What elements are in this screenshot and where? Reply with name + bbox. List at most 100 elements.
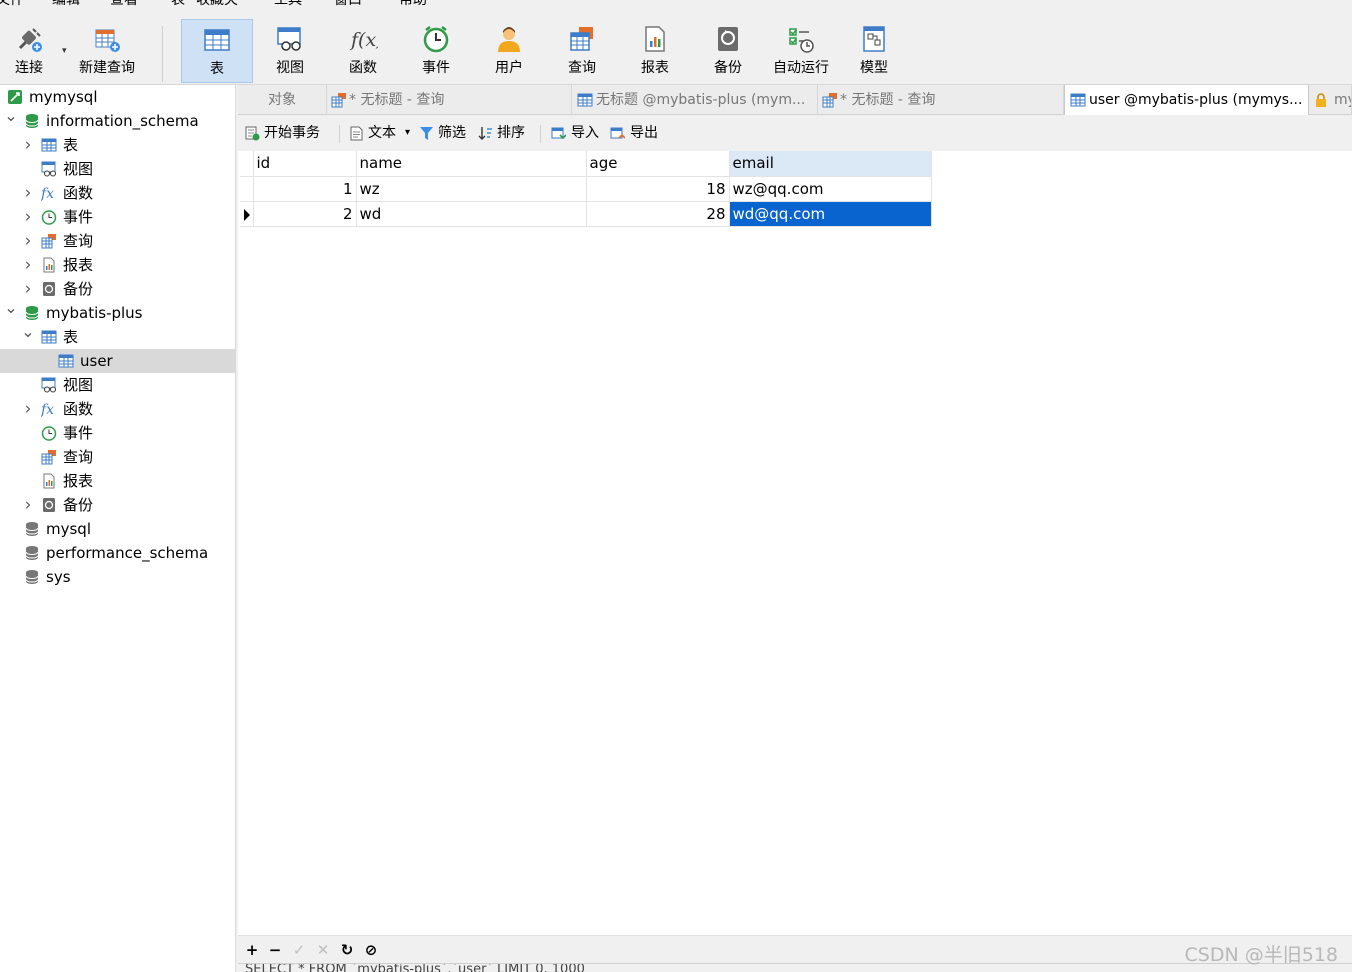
chevron-right-icon[interactable]: › (21, 205, 35, 229)
menu-table[interactable]: 表 (171, 0, 185, 10)
tree-item-label: 事件 (63, 424, 94, 442)
filter-button[interactable]: 筛选 (419, 115, 471, 151)
apply-changes-button[interactable]: ✓ (289, 940, 309, 960)
tree-item[interactable]: 报表 (0, 469, 235, 493)
tree-item-mysql[interactable]: mysql (0, 517, 235, 541)
chevron-down-icon[interactable]: ⌄ (21, 320, 35, 344)
menu-tools[interactable]: 工具 (274, 0, 302, 10)
report-icon (43, 257, 55, 273)
chevron-right-icon[interactable]: › (21, 133, 35, 157)
menu-window[interactable]: 窗口 (334, 0, 362, 10)
tree-item[interactable]: › fx 函数 (0, 397, 235, 421)
menu-favorites[interactable]: 收藏夹 (196, 0, 238, 10)
row-indicator[interactable] (240, 176, 254, 202)
toolbar-model-button[interactable]: 模型 (838, 19, 910, 83)
chevron-right-icon[interactable]: › (21, 181, 35, 205)
menu-edit[interactable]: 编辑 (52, 0, 80, 10)
toolbar-label: 函数 (349, 60, 377, 76)
cell-age[interactable]: 28 (586, 201, 730, 227)
cell-email[interactable]: wz@qq.com (729, 176, 932, 202)
tree-item-user[interactable]: user (0, 349, 235, 373)
cell-email-selected[interactable]: wd@qq.com (729, 201, 932, 227)
column-header-email[interactable]: email (729, 151, 932, 177)
tree-item[interactable]: › 查询 (0, 229, 235, 253)
tree-item[interactable]: ⌄ 表 (0, 322, 235, 349)
tree-item[interactable]: 查询 (0, 445, 235, 469)
chevron-right-icon[interactable]: › (21, 253, 35, 277)
tab-untitled-table[interactable]: 无标题 @mybatis-plus (mym... (572, 85, 818, 115)
event-icon (41, 426, 57, 441)
function-icon: fx (41, 186, 54, 201)
chevron-down-icon[interactable]: ⌄ (4, 104, 18, 128)
text-view-button[interactable]: 文本 ▾ (349, 115, 415, 151)
tree-item[interactable]: 事件 (0, 421, 235, 445)
database-icon (25, 570, 39, 584)
stop-button[interactable]: ⊘ (361, 940, 381, 960)
begin-transaction-button[interactable]: 开始事务 (245, 115, 331, 151)
column-header-age[interactable]: age (586, 151, 730, 177)
tree-item[interactable]: 视图 (0, 373, 235, 397)
tree-item-information_schema[interactable]: ⌄ information_schema (0, 106, 235, 133)
menu-view[interactable]: 查看 (110, 0, 138, 10)
menu-file[interactable]: 文件 (0, 0, 24, 10)
tab-locked[interactable]: my (1309, 85, 1352, 115)
cell-id[interactable]: 2 (253, 201, 357, 227)
table-row[interactable]: 1 wz 18 wz@qq.com (240, 176, 932, 202)
tab-user-table[interactable]: user @mybatis-plus (mymys... (1064, 85, 1309, 116)
row-indicator[interactable] (240, 201, 254, 227)
cell-name[interactable]: wz (356, 176, 587, 202)
toolbar-new-query-button[interactable]: 新建查询 (71, 19, 143, 83)
toolbar-connect-button[interactable]: 连接 (0, 19, 65, 83)
toolbar-automation-button[interactable]: 自动运行 (765, 19, 837, 83)
menu-help[interactable]: 帮助 (399, 0, 427, 10)
tree-item[interactable]: 视图 (0, 157, 235, 181)
table-row[interactable]: 2 wd 28 wd@qq.com (240, 201, 932, 227)
tree-item[interactable]: › 表 (0, 133, 235, 157)
add-record-button[interactable]: + (242, 940, 262, 960)
text-view-dropdown-caret[interactable]: ▾ (405, 115, 410, 151)
sort-button[interactable]: 排序 (478, 115, 530, 151)
chevron-down-icon[interactable]: ⌄ (4, 296, 18, 320)
tree-item[interactable]: › 报表 (0, 253, 235, 277)
tree-item-mymysql[interactable]: mymysql (0, 85, 235, 109)
data-grid: id name age email 1 wz 18 wz@qq.com 2 wd… (240, 151, 932, 227)
chevron-right-icon[interactable]: › (21, 277, 35, 301)
import-button[interactable]: 导入 (551, 115, 603, 151)
tab-untitled-query-2[interactable]: * 无标题 - 查询 (818, 85, 1064, 115)
tree-item[interactable]: › fx 函数 (0, 181, 235, 205)
toolbar-query-button[interactable]: 查询 (546, 19, 618, 83)
row-indicator-header (240, 151, 254, 177)
toolbar-label: 备份 (714, 60, 742, 76)
toolbar-view-button[interactable]: 视图 (254, 19, 326, 83)
tab-untitled-query-1[interactable]: * 无标题 - 查询 (327, 85, 572, 115)
tab-label: * 无标题 - 查询 (840, 92, 936, 108)
tree-item[interactable]: › 备份 (0, 277, 235, 301)
cell-age[interactable]: 18 (586, 176, 730, 202)
tree-item-mybatis-plus[interactable]: ⌄ mybatis-plus (0, 298, 235, 325)
chevron-right-icon[interactable]: › (21, 397, 35, 421)
toolbar-user-button[interactable]: 用户 (473, 19, 545, 83)
tree-item[interactable]: › 事件 (0, 205, 235, 229)
export-button[interactable]: 导出 (610, 115, 662, 151)
tree-item-sys[interactable]: sys (0, 565, 235, 589)
toolbar-table-button[interactable]: 表 (181, 19, 253, 83)
sql-statement-text: SELECT * FROM `mybatis-plus`.`user` LIMI… (245, 963, 585, 972)
new-query-dropdown-caret-icon[interactable]: ▾ (62, 46, 67, 56)
chevron-right-icon[interactable]: › (21, 229, 35, 253)
toolbar-function-button[interactable]: f(x) 函数 (327, 19, 399, 83)
toolbar-backup-button[interactable]: 备份 (692, 19, 764, 83)
column-header-name[interactable]: name (356, 151, 587, 177)
tab-objects[interactable]: 对象 (238, 85, 327, 115)
discard-changes-button[interactable]: ✕ (313, 940, 333, 960)
grid-tool-label: 排序 (497, 125, 525, 141)
tree-item-performance_schema[interactable]: performance_schema (0, 541, 235, 565)
tree-item[interactable]: › 备份 (0, 493, 235, 517)
refresh-button[interactable]: ↻ (337, 940, 357, 960)
toolbar-event-button[interactable]: 事件 (400, 19, 472, 83)
delete-record-button[interactable]: − (265, 940, 285, 960)
cell-name[interactable]: wd (356, 201, 587, 227)
chevron-right-icon[interactable]: › (21, 493, 35, 517)
column-header-id[interactable]: id (253, 151, 357, 177)
toolbar-report-button[interactable]: 报表 (619, 19, 691, 83)
cell-id[interactable]: 1 (253, 176, 357, 202)
